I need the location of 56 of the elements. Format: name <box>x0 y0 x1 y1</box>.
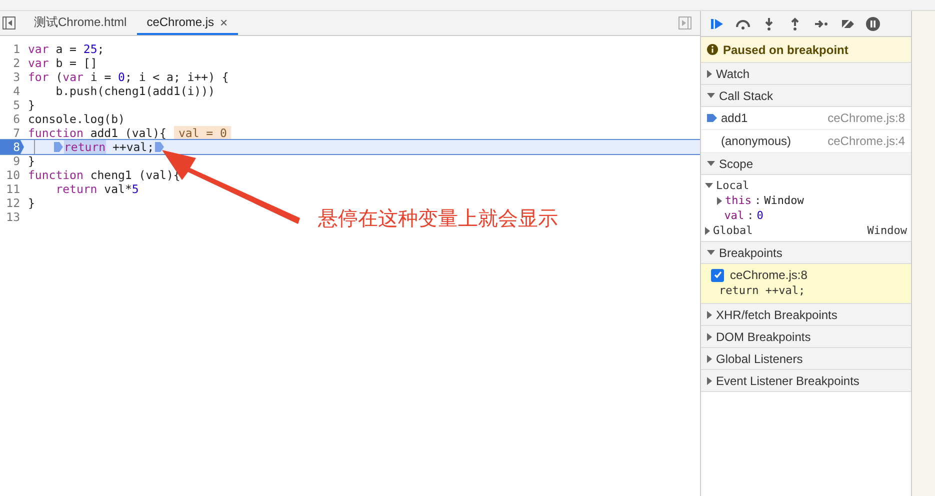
code-line: var b = [] <box>27 56 98 70</box>
line-number: 3 <box>12 70 21 84</box>
line-number: 7 <box>12 126 21 140</box>
paused-message: Paused on breakpoint <box>723 42 848 56</box>
code-line: } <box>27 98 35 112</box>
code-line: var a = 25; <box>27 42 104 56</box>
scope-property[interactable]: val : 0 <box>705 209 907 222</box>
file-tab[interactable]: 测试Chrome.html <box>24 11 137 35</box>
section-header[interactable]: DOM Breakpoints <box>701 326 911 348</box>
step-marker-icon[interactable] <box>54 142 63 152</box>
line-number: 13 <box>5 210 21 224</box>
toggle-navigator-icon[interactable] <box>2 16 16 30</box>
annotation-text: 悬停在这种变量上就会显示 <box>318 205 558 232</box>
tab-label: 测试Chrome.html <box>34 14 127 30</box>
section-header[interactable]: XHR/fetch Breakpoints <box>701 304 911 326</box>
file-tab[interactable]: ceChrome.js × <box>136 11 238 35</box>
info-icon <box>707 44 718 55</box>
section-header[interactable]: Event Listener Breakpoints <box>701 370 911 392</box>
line-number: 8 <box>0 140 24 154</box>
code-line: } <box>27 196 35 210</box>
code-line: } <box>27 154 35 168</box>
line-number: 6 <box>12 112 21 126</box>
code-line: console.log(b) <box>27 112 125 126</box>
checkmark-icon <box>714 271 722 279</box>
section-header[interactable]: Call Stack <box>701 85 911 107</box>
line-number: 4 <box>12 84 21 98</box>
code-line: return ++val; <box>24 140 166 154</box>
scope-row[interactable]: Local <box>705 179 907 192</box>
call-frame[interactable]: add1 ceChrome.js:8 <box>701 107 911 130</box>
line-number: 2 <box>12 56 21 70</box>
breakpoint-checkbox[interactable] <box>711 268 724 282</box>
section-header[interactable]: Watch <box>701 63 911 85</box>
line-number: 10 <box>5 168 21 182</box>
line-number: 9 <box>12 154 21 168</box>
inline-value: val = 0 <box>174 126 231 140</box>
code-line: for (var i = 0; i < a; i++) { <box>27 70 229 84</box>
step-marker-icon[interactable] <box>155 142 164 152</box>
current-frame-icon <box>707 113 717 123</box>
close-tab-button[interactable]: × <box>220 14 228 30</box>
code-line: function cheng1 (val){ <box>27 168 180 182</box>
line-number: 11 <box>5 182 21 196</box>
line-number: 12 <box>5 196 21 210</box>
toggle-debugger-icon[interactable] <box>678 16 692 30</box>
section-header[interactable]: Scope <box>701 153 911 175</box>
code-line: b.push(cheng1(add1(i))) <box>54 84 215 98</box>
line-number: 5 <box>12 98 21 112</box>
breakpoint-item[interactable]: ceChrome.js:8 return ++val; <box>701 264 911 304</box>
pause-on-exceptions-icon[interactable] <box>865 16 881 32</box>
section-header[interactable]: Global Listeners <box>701 348 911 370</box>
code-line: return val*5 <box>54 182 139 196</box>
scope-row[interactable]: Global Window <box>705 224 907 237</box>
line-number: 1 <box>12 42 21 56</box>
code-line: function add1 (val){ <box>27 126 166 140</box>
tab-label: ceChrome.js <box>146 15 214 29</box>
section-header[interactable]: Breakpoints <box>701 242 911 264</box>
scope-property[interactable]: this : Window <box>705 194 907 207</box>
